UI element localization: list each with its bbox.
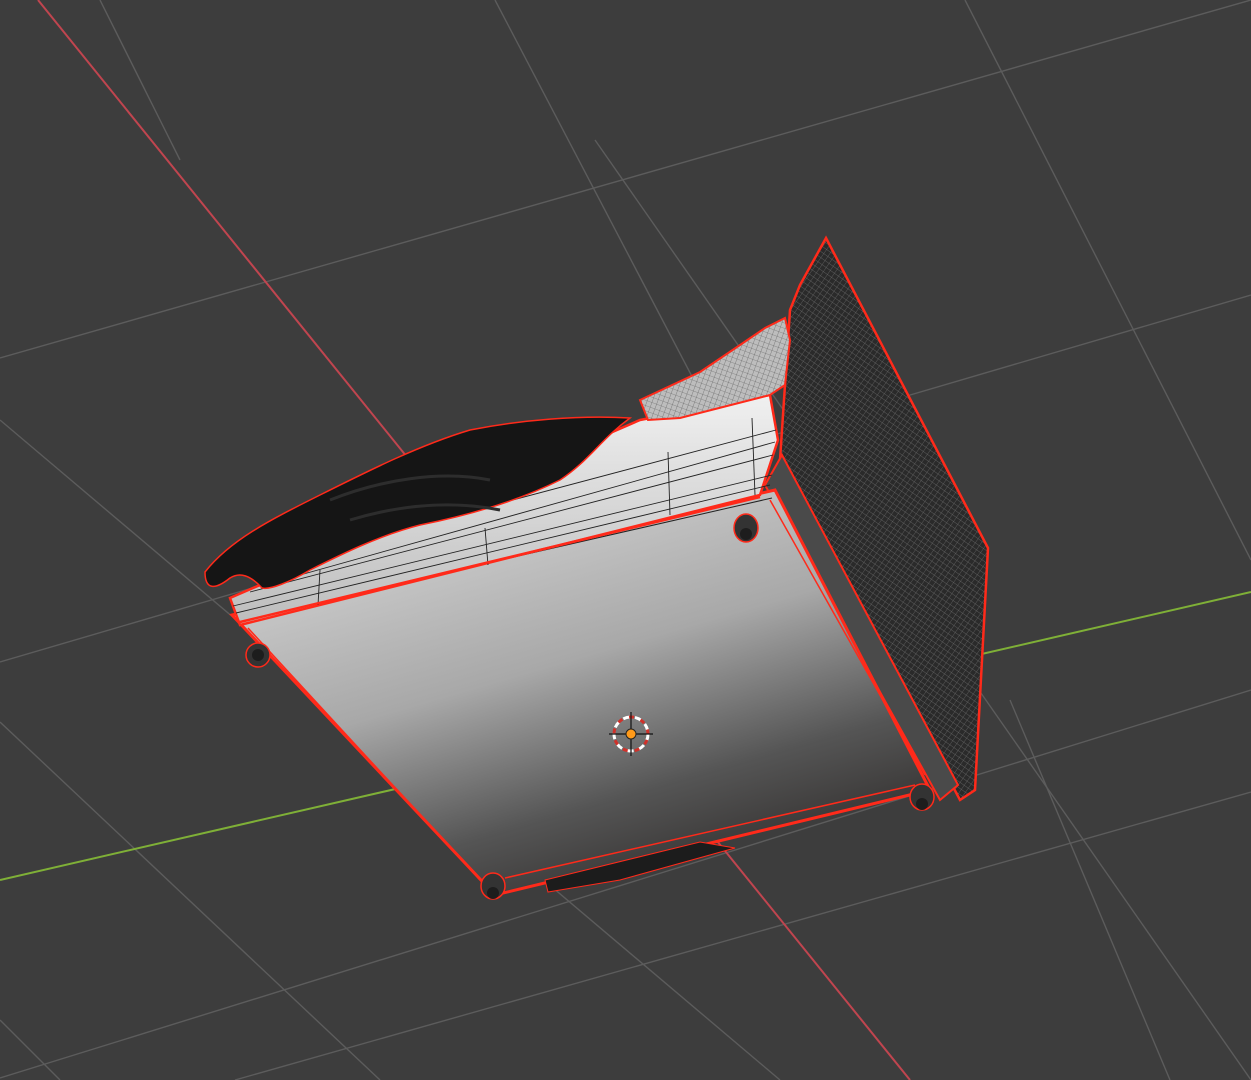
leg-front-left[interactable]: [245, 642, 271, 668]
leg-front-right[interactable]: [480, 872, 506, 900]
3d-viewport[interactable]: [0, 0, 1251, 1080]
leg-back-left[interactable]: [733, 513, 759, 543]
leg-back-right[interactable]: [909, 783, 935, 811]
